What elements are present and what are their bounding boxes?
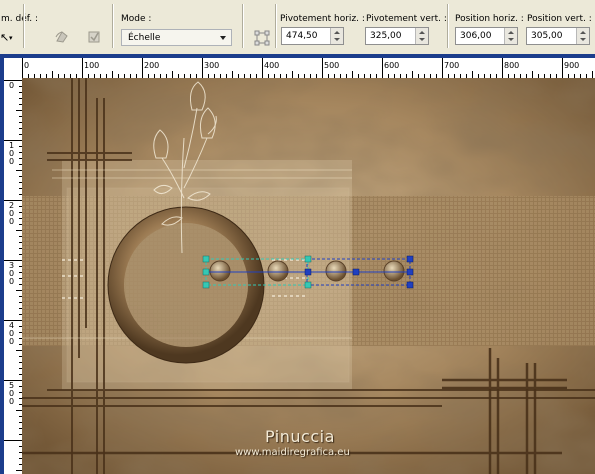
ruler-label: 3 0 0: [9, 261, 15, 286]
ruler-label: 400: [264, 61, 280, 70]
pos-v-value: 305,00: [531, 31, 563, 41]
ruler-tick: [22, 58, 23, 78]
mode-select-value: Échelle: [128, 33, 161, 43]
artwork: [22, 78, 595, 474]
watermark-url: www.maidiregrafica.eu: [235, 447, 350, 458]
pivot-v-spinner[interactable]: [415, 28, 428, 44]
pos-v-label: Position vert. :: [527, 14, 592, 24]
preset-chevron-icon[interactable]: ▾: [9, 34, 13, 42]
ruler-label: 0: [9, 81, 15, 90]
pivot-v-input[interactable]: 325,00: [365, 27, 429, 45]
ruler-tick: [4, 440, 22, 441]
pivot-h-value: 474,50: [286, 31, 318, 41]
pos-h-value: 306,00: [460, 31, 492, 41]
mode-label: Mode :: [121, 14, 152, 24]
separator: [275, 4, 277, 48]
ruler-tick: [52, 71, 53, 78]
ruler-tick: [232, 71, 233, 78]
ruler-label: 900: [564, 61, 580, 70]
ruler-tick: [82, 58, 83, 78]
ruler-label: 1 0 0: [9, 141, 15, 166]
ruler-label: 500: [324, 61, 340, 70]
apply-icon[interactable]: [86, 29, 102, 45]
ruler-tick: [352, 71, 353, 78]
pivot-h-label: Pivotement horiz. :: [280, 14, 365, 24]
ruler-label: 5 0 0: [9, 381, 15, 406]
pos-v-input[interactable]: 305,00: [526, 27, 590, 45]
pivot-v-label: Pivotement vert. :: [366, 14, 447, 24]
ruler-tick: [262, 58, 263, 78]
chevron-down-icon: [220, 36, 226, 40]
image-canvas[interactable]: Pinuccia www.maidiregrafica.eu: [22, 78, 595, 474]
pivot-h-input[interactable]: 474,50: [281, 27, 344, 45]
ruler-label: 0: [24, 61, 30, 70]
separator: [112, 4, 114, 48]
ruler-tick: [292, 71, 293, 78]
ruler-label: 200: [144, 61, 160, 70]
separator: [447, 4, 449, 48]
ruler-label: 4 0 0: [9, 321, 15, 346]
pivot-v-value: 325,00: [370, 31, 402, 41]
ruler-tick: [202, 58, 203, 78]
pivot-h-spinner[interactable]: [330, 28, 343, 44]
ruler-tick: [442, 58, 443, 78]
separator: [23, 4, 25, 48]
pivot-icon[interactable]: [254, 30, 270, 46]
separator: [242, 4, 244, 48]
ruler-label: 2 0 0: [9, 201, 15, 226]
ruler-tick: [142, 58, 143, 78]
ruler-tick: [562, 58, 563, 78]
mode-select[interactable]: Échelle: [121, 29, 232, 46]
ruler-label: 800: [504, 61, 520, 70]
ruler-tick: [322, 58, 323, 78]
ruler-label: 700: [444, 61, 460, 70]
preset-dropdown-icon[interactable]: ↖: [0, 31, 9, 44]
ruler-label: 600: [384, 61, 400, 70]
pos-h-spinner[interactable]: [504, 28, 517, 44]
ruler-tick: [592, 71, 593, 78]
tool-options-bar: m. déf. : ↖ ▾ Mode : Échelle Pivotement …: [0, 0, 595, 55]
pos-h-label: Position horiz. :: [455, 14, 524, 24]
reset-icon[interactable]: [54, 29, 70, 45]
ruler-tick: [532, 71, 533, 78]
preset-label: m. déf. :: [1, 14, 39, 24]
ruler-label: 300: [204, 61, 220, 70]
ruler-tick: [112, 71, 113, 78]
horizontal-ruler[interactable]: 0 100 200 300 400 500 600 700 800 900: [18, 58, 595, 79]
pos-h-input[interactable]: 306,00: [455, 27, 518, 45]
ruler-tick: [502, 58, 503, 78]
vertical-ruler[interactable]: 0 1 0 0 2 0 0 3 0 0 4 0 0 5 0 0: [4, 78, 23, 474]
ruler-label: 100: [84, 61, 100, 70]
ruler-tick: [412, 71, 413, 78]
ruler-tick: [172, 71, 173, 78]
ruler-tick: [382, 58, 383, 78]
watermark-title: Pinuccia: [265, 427, 335, 446]
ruler-tick: [472, 71, 473, 78]
pos-v-spinner[interactable]: [576, 28, 589, 44]
